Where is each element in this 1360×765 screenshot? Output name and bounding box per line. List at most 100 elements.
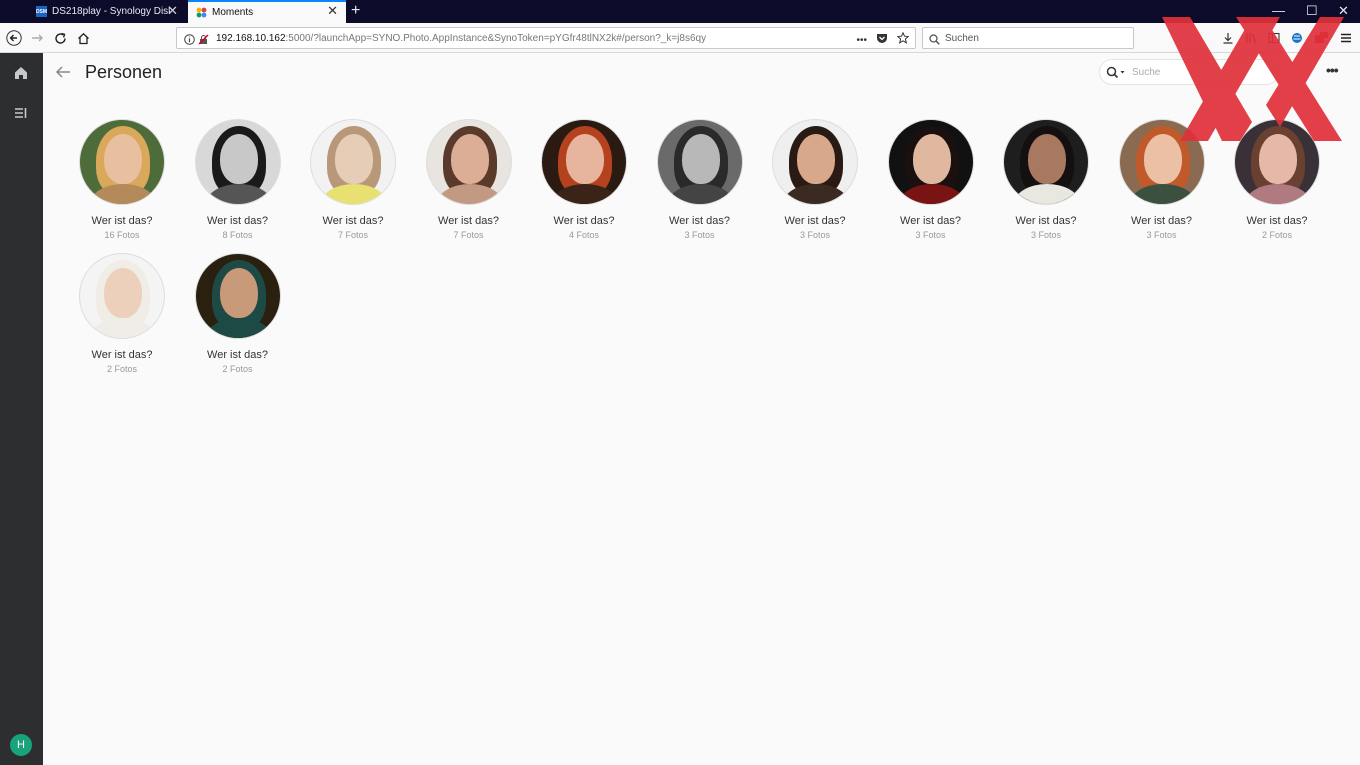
insecure-lock-icon[interactable] xyxy=(198,32,209,50)
app-search-placeholder: Suche xyxy=(1132,67,1161,78)
info-icon[interactable] xyxy=(184,32,195,50)
person-face-thumbnail[interactable] xyxy=(425,119,512,205)
face-shape xyxy=(912,134,951,184)
person-face-thumbnail[interactable] xyxy=(79,253,165,339)
person-card[interactable]: Wer ist das? 8 Fotos xyxy=(183,119,293,240)
home-icon[interactable] xyxy=(12,64,30,82)
minimize-window-icon[interactable]: — xyxy=(1272,3,1285,18)
tab-title: DS218play - Synology DiskStati xyxy=(52,6,170,17)
shoulders-shape xyxy=(1129,184,1196,204)
person-name[interactable]: Wer ist das? xyxy=(1107,215,1217,227)
person-card[interactable]: Wer ist das? 7 Fotos xyxy=(414,119,524,240)
person-card[interactable]: Wer ist das? 4 Fotos xyxy=(529,119,639,240)
home-icon[interactable] xyxy=(73,28,93,48)
shoulders-shape xyxy=(667,184,734,204)
face-shape xyxy=(1028,134,1066,184)
person-face-thumbnail[interactable] xyxy=(656,119,743,205)
person-card[interactable]: Wer ist das? 3 Fotos xyxy=(991,119,1101,240)
hamburger-menu-icon[interactable] xyxy=(1340,31,1352,43)
face-shape xyxy=(797,134,835,184)
person-name[interactable]: Wer ist das? xyxy=(67,215,177,227)
back-arrow-icon[interactable] xyxy=(54,64,72,80)
face-shape xyxy=(219,268,258,318)
moments-favicon-icon xyxy=(196,7,207,18)
downloads-icon[interactable] xyxy=(1222,31,1234,44)
person-card[interactable]: Wer ist das? 2 Fotos xyxy=(67,253,177,374)
person-face-thumbnail[interactable] xyxy=(1118,119,1205,205)
person-card[interactable]: Wer ist das? 16 Fotos xyxy=(67,119,177,240)
reload-icon[interactable] xyxy=(50,28,70,48)
close-window-icon[interactable]: ✕ xyxy=(1338,3,1349,18)
photo-count: 3 Fotos xyxy=(684,230,715,240)
person-face-thumbnail[interactable] xyxy=(310,119,396,205)
face-shape xyxy=(104,268,142,318)
person-name[interactable]: Wer ist das? xyxy=(1222,215,1332,227)
extension-badge-icon[interactable] xyxy=(1314,31,1328,43)
person-name[interactable]: Wer ist das? xyxy=(876,215,986,227)
person-face-thumbnail[interactable] xyxy=(541,119,627,205)
page-actions-icon[interactable]: ••• xyxy=(856,35,867,46)
person-face-thumbnail[interactable] xyxy=(772,119,858,205)
photo-count: 2 Fotos xyxy=(1261,230,1292,240)
close-tab-icon[interactable]: ✕ xyxy=(327,4,338,18)
person-card[interactable]: Wer ist das? 3 Fotos xyxy=(876,119,986,240)
browser-search-bar[interactable]: Suchen xyxy=(922,27,1134,49)
extension-globe-icon[interactable] xyxy=(1291,31,1303,43)
person-name[interactable]: Wer ist das? xyxy=(760,215,870,227)
face-shape xyxy=(104,134,142,184)
person-face-thumbnail[interactable] xyxy=(194,119,281,205)
shoulders-shape xyxy=(898,184,965,204)
person-card[interactable]: Wer ist das? 2 Fotos xyxy=(1222,119,1332,240)
forward-icon[interactable] xyxy=(27,28,47,48)
browser-tab-moments[interactable]: Moments ✕ xyxy=(188,0,346,23)
more-options-icon[interactable]: ••• xyxy=(1326,62,1339,78)
bookmark-star-icon[interactable] xyxy=(896,31,910,49)
person-name[interactable]: Wer ist das? xyxy=(298,215,408,227)
photo-count: 7 Fotos xyxy=(453,230,484,240)
person-name[interactable]: Wer ist das? xyxy=(529,215,639,227)
person-card[interactable]: Wer ist das? 2 Fotos xyxy=(183,253,293,374)
photo-count: 16 Fotos xyxy=(104,230,140,240)
person-name[interactable]: Wer ist das? xyxy=(67,349,177,361)
face-shape xyxy=(335,134,373,184)
photo-count: 8 Fotos xyxy=(222,230,253,240)
photo-count: 3 Fotos xyxy=(799,230,830,240)
person-face-thumbnail[interactable] xyxy=(1003,119,1089,205)
person-name[interactable]: Wer ist das? xyxy=(183,349,293,361)
url-bar[interactable]: 192.168.10.162:5000/?launchApp=SYNO.Phot… xyxy=(176,27,916,49)
sidebar-toggle-icon[interactable] xyxy=(1268,31,1280,44)
face-shape xyxy=(681,134,720,184)
timeline-icon[interactable] xyxy=(12,104,30,122)
photo-count: 3 Fotos xyxy=(1030,230,1061,240)
person-name[interactable]: Wer ist das? xyxy=(645,215,755,227)
search-dropdown-icon[interactable] xyxy=(1106,66,1128,84)
person-card[interactable]: Wer ist das? 7 Fotos xyxy=(298,119,408,240)
photo-count: 7 Fotos xyxy=(337,230,368,240)
app-sidebar: H xyxy=(0,53,43,765)
browser-tab-dsm[interactable]: DSM DS218play - Synology DiskStati ✕ xyxy=(28,0,186,23)
shoulders-shape xyxy=(436,184,503,204)
person-name[interactable]: Wer ist das? xyxy=(991,215,1101,227)
person-card[interactable]: Wer ist das? 3 Fotos xyxy=(1107,119,1217,240)
person-card[interactable]: Wer ist das? 3 Fotos xyxy=(645,119,755,240)
maximize-window-icon[interactable]: ☐ xyxy=(1306,3,1318,18)
shoulders-shape xyxy=(321,184,387,204)
back-icon[interactable] xyxy=(4,28,24,48)
person-face-thumbnail[interactable] xyxy=(887,119,974,205)
library-icon[interactable] xyxy=(1245,31,1257,44)
app-search-input[interactable]: Suche xyxy=(1099,59,1279,85)
pocket-icon[interactable] xyxy=(876,31,888,49)
new-tab-icon[interactable]: + xyxy=(351,2,360,20)
user-avatar[interactable]: H xyxy=(10,734,32,756)
close-tab-icon[interactable]: ✕ xyxy=(167,4,178,18)
person-face-thumbnail[interactable] xyxy=(79,119,165,205)
person-name[interactable]: Wer ist das? xyxy=(183,215,293,227)
shoulders-shape xyxy=(783,184,849,204)
person-face-thumbnail[interactable] xyxy=(1234,119,1320,205)
shoulders-shape xyxy=(205,318,272,338)
photo-count: 3 Fotos xyxy=(915,230,946,240)
person-name[interactable]: Wer ist das? xyxy=(414,215,524,227)
person-card[interactable]: Wer ist das? 3 Fotos xyxy=(760,119,870,240)
shoulders-shape xyxy=(205,184,272,204)
person-face-thumbnail[interactable] xyxy=(194,253,281,339)
